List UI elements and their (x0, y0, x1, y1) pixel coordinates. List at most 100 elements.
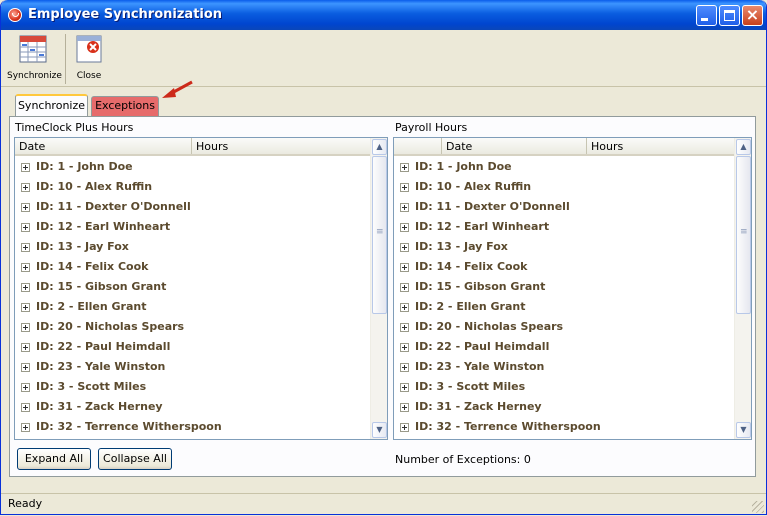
maximize-button[interactable] (719, 5, 740, 26)
employee-label: ID: 15 - Gibson Grant (36, 280, 167, 293)
employee-label: ID: 11 - Dexter O'Donnell (415, 200, 570, 213)
vertical-scrollbar[interactable]: ▲ ▼ (370, 138, 387, 439)
left-panel-title: TimeClock Plus Hours (15, 121, 134, 134)
scroll-down-icon[interactable]: ▼ (736, 422, 751, 438)
grid-header: Date Hours (394, 138, 735, 156)
employee-label: ID: 1 - John Doe (36, 160, 133, 173)
scroll-thumb[interactable] (736, 156, 751, 314)
employee-label: ID: 3 - Scott Miles (36, 380, 147, 393)
employee-label: ID: 10 - Alex Ruffin (36, 180, 153, 193)
employee-label: ID: 2 - Ellen Grant (36, 300, 147, 313)
close-window-button[interactable]: × (742, 5, 763, 26)
expand-plus-icon[interactable] (21, 263, 30, 272)
right-panel-title: Payroll Hours (395, 121, 468, 134)
tab-synchronize[interactable]: Synchronize (15, 94, 88, 118)
employee-label: ID: 13 - Jay Fox (415, 240, 508, 253)
employee-label: ID: 31 - Zack Herney (36, 400, 163, 413)
column-header-hours[interactable]: Hours (192, 138, 371, 154)
scroll-thumb[interactable] (372, 156, 387, 314)
employee-label: ID: 1 - John Doe (415, 160, 512, 173)
expand-plus-icon[interactable] (21, 203, 30, 212)
tab-exceptions[interactable]: Exceptions (91, 96, 159, 116)
expand-plus-icon[interactable] (21, 223, 30, 232)
expand-plus-icon[interactable] (400, 383, 409, 392)
payroll-hours-grid[interactable]: Date Hours ID: 1 - John Doe ID: 10 - Alex… (393, 137, 752, 440)
status-text: Ready (8, 497, 43, 510)
window-title: Employee Synchronization (28, 7, 223, 22)
synchronize-label: Synchronize (7, 71, 62, 81)
employee-label: ID: 3 - Scott Miles (415, 380, 526, 393)
expand-plus-icon[interactable] (400, 343, 409, 352)
expand-plus-icon[interactable] (21, 303, 30, 312)
resize-grip[interactable] (752, 501, 764, 513)
scroll-up-icon[interactable]: ▲ (372, 139, 387, 155)
employee-label: ID: 20 - Nicholas Spears (36, 320, 185, 333)
close-doc-icon (73, 33, 105, 65)
expand-plus-icon[interactable] (400, 303, 409, 312)
toolbar: Synchronize Close (1, 30, 766, 87)
column-header-date[interactable]: Date (442, 138, 587, 154)
expand-plus-icon[interactable] (21, 323, 30, 332)
expand-plus-icon[interactable] (21, 363, 30, 372)
employee-label: ID: 22 - Paul Heimdall (36, 340, 171, 353)
scroll-up-icon[interactable]: ▲ (736, 139, 751, 155)
column-header-hours[interactable]: Hours (587, 138, 735, 154)
minimize-button[interactable] (696, 5, 717, 26)
expand-plus-icon[interactable] (400, 263, 409, 272)
close-icon: × (745, 5, 760, 24)
exceptions-count: Number of Exceptions: 0 (395, 453, 531, 466)
synchronize-button[interactable]: Synchronize (7, 33, 62, 81)
app-icon (8, 8, 22, 22)
employee-label: ID: 12 - Earl Winheart (415, 220, 550, 233)
expand-plus-icon[interactable] (21, 343, 30, 352)
employee-label: ID: 14 - Felix Cook (36, 260, 149, 273)
employee-label: ID: 32 - Terrence Witherspoon (415, 420, 601, 433)
minimize-icon (701, 18, 708, 21)
vertical-scrollbar[interactable]: ▲ ▼ (734, 138, 751, 439)
expand-plus-icon[interactable] (21, 403, 30, 412)
expand-plus-icon[interactable] (400, 423, 409, 432)
callout-arrow (162, 80, 193, 98)
scroll-down-icon[interactable]: ▼ (372, 422, 387, 438)
expand-plus-icon[interactable] (400, 243, 409, 252)
timeclock-hours-grid[interactable]: Date Hours ID: 1 - John Doe ID: 10 - Alex… (14, 137, 388, 440)
expand-plus-icon[interactable] (400, 163, 409, 172)
expand-all-button[interactable]: Expand All (17, 448, 91, 470)
employee-label: ID: 22 - Paul Heimdall (415, 340, 550, 353)
title-bar[interactable]: Employee Synchronization × (1, 0, 766, 30)
toolbar-separator (65, 34, 66, 84)
close-label: Close (76, 71, 102, 81)
employee-label: ID: 23 - Yale Winston (415, 360, 545, 373)
employee-label: ID: 13 - Jay Fox (36, 240, 129, 253)
expand-plus-icon[interactable] (400, 203, 409, 212)
employee-label: ID: 12 - Earl Winheart (36, 220, 171, 233)
expand-plus-icon[interactable] (400, 323, 409, 332)
expand-plus-icon[interactable] (21, 423, 30, 432)
employee-label: ID: 15 - Gibson Grant (415, 280, 546, 293)
expand-plus-icon[interactable] (21, 243, 30, 252)
status-bar: Ready (1, 493, 766, 514)
expand-plus-icon[interactable] (21, 163, 30, 172)
employee-label: ID: 10 - Alex Ruffin (415, 180, 532, 193)
expand-plus-icon[interactable] (400, 363, 409, 372)
expand-plus-icon[interactable] (400, 183, 409, 192)
expand-plus-icon[interactable] (400, 403, 409, 412)
employee-label: ID: 23 - Yale Winston (36, 360, 166, 373)
employee-label: ID: 32 - Terrence Witherspoon (36, 420, 222, 433)
expand-plus-icon[interactable] (21, 183, 30, 192)
expand-plus-icon[interactable] (400, 223, 409, 232)
employee-label: ID: 14 - Felix Cook (415, 260, 528, 273)
expand-plus-icon[interactable] (21, 383, 30, 392)
collapse-all-button[interactable]: Collapse All (98, 448, 172, 470)
close-button[interactable]: Close (71, 33, 107, 81)
expand-plus-icon[interactable] (21, 283, 30, 292)
employee-label: ID: 11 - Dexter O'Donnell (36, 200, 191, 213)
column-header-date[interactable]: Date (15, 138, 192, 154)
maximize-icon (724, 10, 735, 21)
employee-label: ID: 2 - Ellen Grant (415, 300, 526, 313)
app-window: Employee Synchronization × Synchronize C… (0, 0, 767, 515)
grid-header: Date Hours (15, 138, 371, 156)
column-header-blank[interactable] (394, 138, 442, 154)
employee-label: ID: 31 - Zack Herney (415, 400, 542, 413)
expand-plus-icon[interactable] (400, 283, 409, 292)
